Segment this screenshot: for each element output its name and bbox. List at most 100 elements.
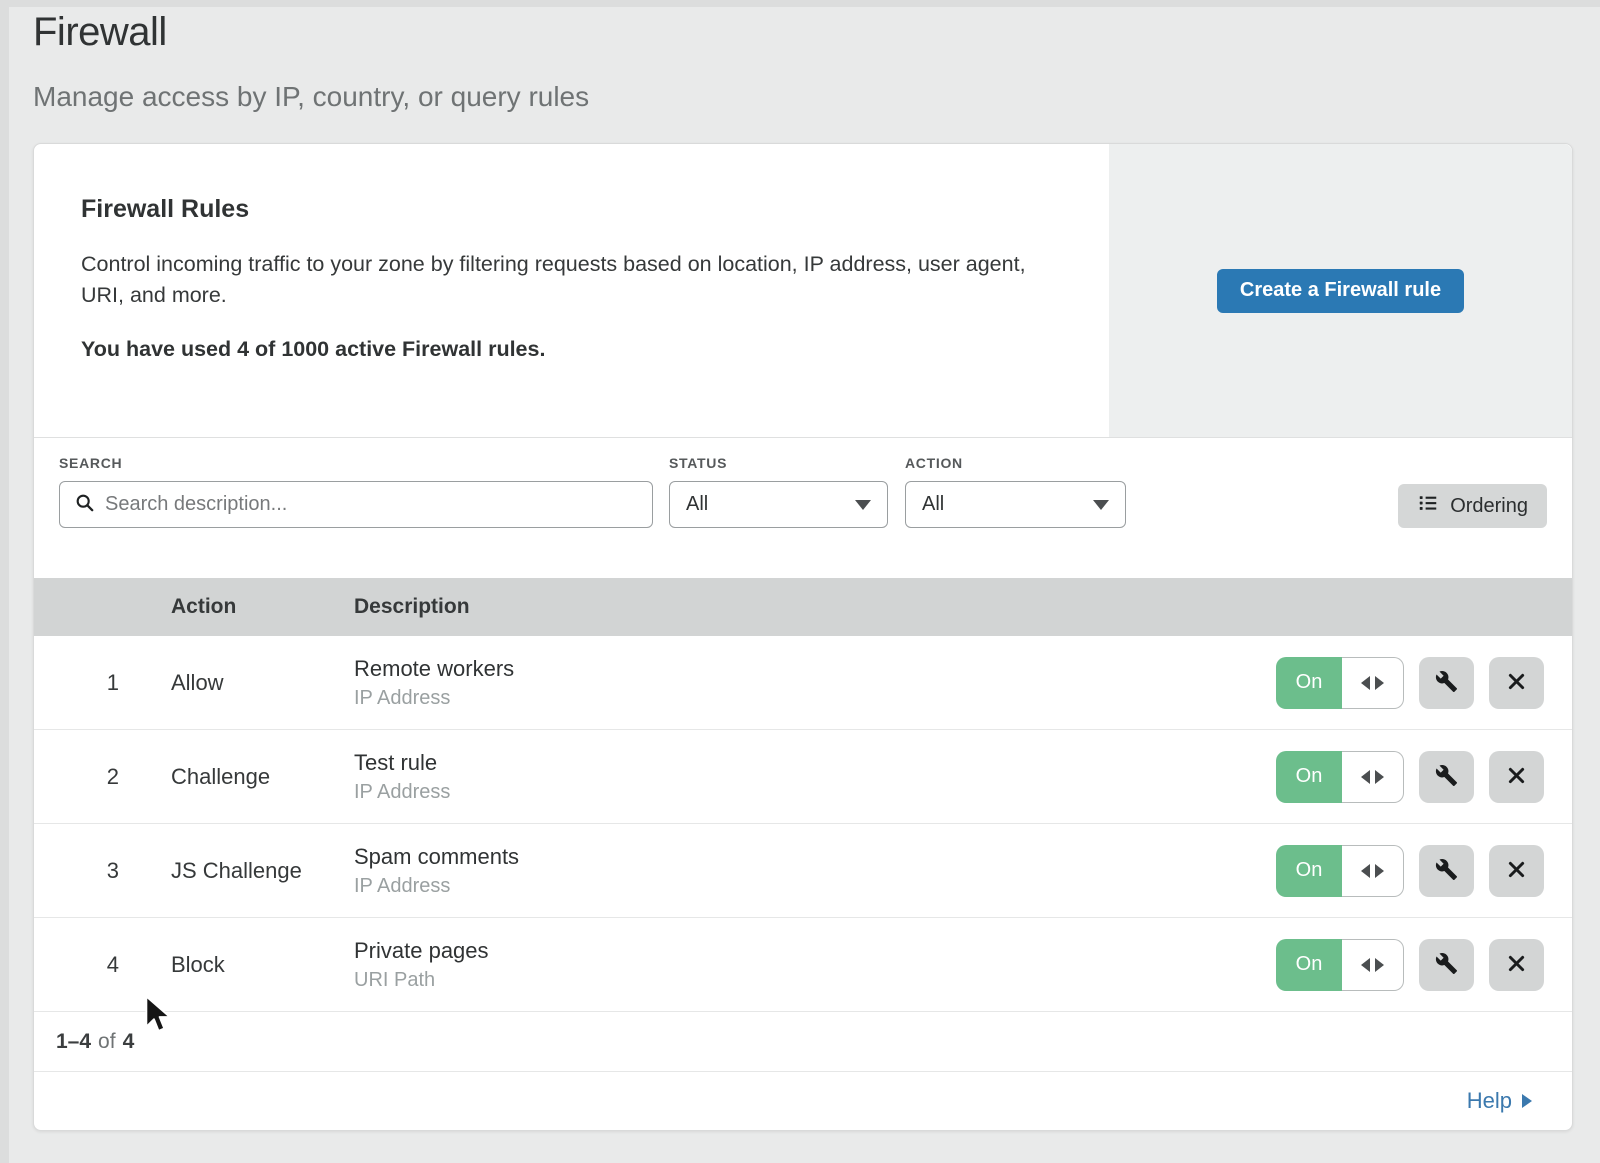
rule-description-cell: Spam comments IP Address [354,844,1276,898]
search-label: SEARCH [59,455,653,471]
edit-rule-button[interactable] [1419,657,1474,709]
create-firewall-rule-button[interactable]: Create a Firewall rule [1217,269,1464,313]
ordering-button-label: Ordering [1450,495,1528,518]
toggle-on-label: On [1276,845,1342,897]
pagination-bar: 1–4 of 4 [34,1012,1572,1072]
panel-title: Firewall Rules [81,195,1069,224]
wrench-icon [1435,858,1458,884]
rule-controls: On [1276,657,1544,709]
close-icon [1506,953,1527,977]
rule-priority: 3 [34,858,119,884]
rule-match-type: URI Path [354,969,1276,992]
rule-action: Challenge [171,764,336,790]
rule-priority: 1 [34,670,119,696]
rule-match-type: IP Address [354,875,1276,898]
table-row: 4 Block Private pages URI Path On [34,918,1572,1012]
rule-controls: On [1276,751,1544,803]
status-select-value: All [686,493,708,516]
rule-description-cell: Remote workers IP Address [354,656,1276,710]
column-header-action: Action [171,595,336,619]
window-edge-top [0,0,1600,7]
search-input[interactable] [105,493,638,516]
usage-note: You have used 4 of 1000 active Firewall … [81,337,1069,362]
table-header-row: Action Description [34,578,1572,636]
action-filter-group: ACTION All [905,455,1126,528]
page-subtitle: Manage access by IP, country, or query r… [33,81,589,113]
pagination-range: 1–4 [56,1030,91,1054]
wrench-icon [1435,952,1458,978]
pagination-of-label: of [98,1030,116,1054]
firewall-rules-intro-section: Firewall Rules Control incoming traffic … [34,144,1572,438]
close-icon [1506,765,1527,789]
status-select[interactable]: All [669,481,888,528]
edit-rule-button[interactable] [1419,845,1474,897]
delete-rule-button[interactable] [1489,751,1544,803]
rule-description-cell: Private pages URI Path [354,938,1276,992]
toggle-on-label: On [1276,939,1342,991]
rule-priority: 4 [34,952,119,978]
close-icon [1506,859,1527,883]
close-icon [1506,671,1527,695]
rule-enabled-toggle[interactable]: On [1276,751,1404,803]
window-edge-left [0,0,9,1163]
rule-description: Remote workers [354,656,1276,682]
create-rule-panel: Create a Firewall rule [1109,144,1572,437]
action-select-value: All [922,493,944,516]
rules-table-body: 1 Allow Remote workers IP Address On 2 [34,636,1572,1012]
firewall-card: Firewall Rules Control incoming traffic … [33,143,1573,1131]
edit-rule-button[interactable] [1419,751,1474,803]
reorder-arrows-icon[interactable] [1342,751,1404,803]
table-row: 2 Challenge Test rule IP Address On [34,730,1572,824]
chevron-down-icon [855,500,871,510]
table-row: 3 JS Challenge Spam comments IP Address … [34,824,1572,918]
rule-description: Test rule [354,750,1276,776]
rule-enabled-toggle[interactable]: On [1276,939,1404,991]
rule-description: Spam comments [354,844,1276,870]
toggle-on-label: On [1276,751,1342,803]
panel-description: Control incoming traffic to your zone by… [81,249,1026,311]
table-row: 1 Allow Remote workers IP Address On [34,636,1572,730]
rule-enabled-toggle[interactable]: On [1276,657,1404,709]
rule-description-cell: Test rule IP Address [354,750,1276,804]
search-icon [74,492,95,518]
search-box[interactable] [59,481,653,528]
rule-description: Private pages [354,938,1276,964]
rule-enabled-toggle[interactable]: On [1276,845,1404,897]
delete-rule-button[interactable] [1489,845,1544,897]
help-link[interactable]: Help [1467,1088,1532,1114]
rule-priority: 2 [34,764,119,790]
page-header: Firewall Manage access by IP, country, o… [33,10,589,113]
chevron-down-icon [1093,500,1109,510]
ordering-button[interactable]: Ordering [1398,484,1547,528]
rule-action: Allow [171,670,336,696]
rule-controls: On [1276,845,1544,897]
page-title: Firewall [33,10,589,55]
card-footer: Help [34,1072,1572,1130]
reorder-arrows-icon[interactable] [1342,939,1404,991]
rule-action: Block [171,952,336,978]
rule-action: JS Challenge [171,858,336,884]
action-select[interactable]: All [905,481,1126,528]
pagination-total: 4 [123,1030,135,1054]
filters-bar: SEARCH STATUS All ACTION All [34,438,1572,578]
wrench-icon [1435,764,1458,790]
reorder-arrows-icon[interactable] [1342,845,1404,897]
search-filter-group: SEARCH [59,455,653,528]
help-link-label: Help [1467,1088,1512,1114]
status-label: STATUS [669,455,888,471]
edit-rule-button[interactable] [1419,939,1474,991]
action-label: ACTION [905,455,1126,471]
intro-text-block: Firewall Rules Control incoming traffic … [34,144,1109,437]
ordered-list-icon [1417,492,1439,520]
column-header-description: Description [354,595,1572,619]
toggle-on-label: On [1276,657,1342,709]
triangle-right-icon [1522,1094,1532,1108]
delete-rule-button[interactable] [1489,657,1544,709]
rule-match-type: IP Address [354,687,1276,710]
wrench-icon [1435,670,1458,696]
status-filter-group: STATUS All [669,455,888,528]
rule-match-type: IP Address [354,781,1276,804]
reorder-arrows-icon[interactable] [1342,657,1404,709]
delete-rule-button[interactable] [1489,939,1544,991]
rule-controls: On [1276,939,1544,991]
